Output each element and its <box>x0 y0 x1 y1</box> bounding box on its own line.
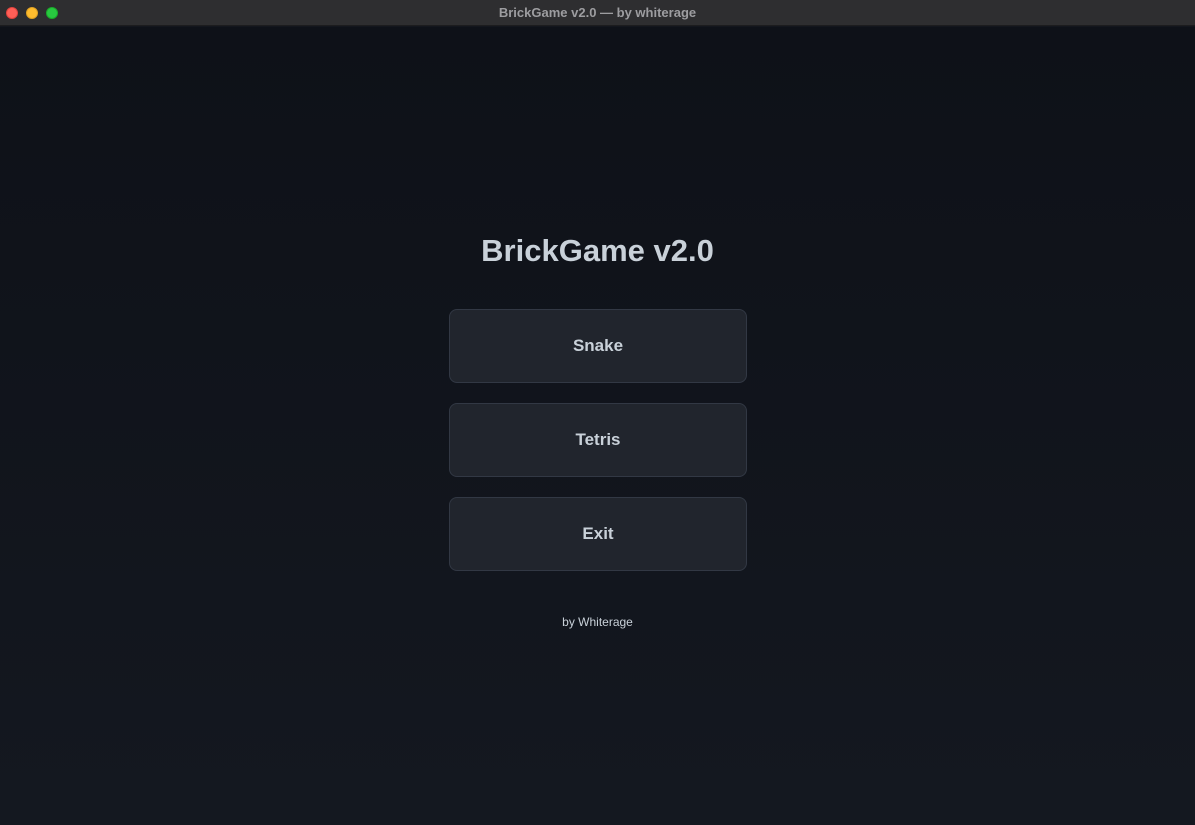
page-title: BrickGame v2.0 <box>481 233 714 268</box>
author-credit: by Whiterage <box>562 615 633 629</box>
main-menu: BrickGame v2.0 Snake Tetris Exit by Whit… <box>0 27 1195 825</box>
window-titlebar[interactable]: BrickGame v2.0 — by whiterage <box>0 0 1195 26</box>
tetris-button[interactable]: Tetris <box>449 403 747 477</box>
snake-button[interactable]: Snake <box>449 309 747 383</box>
exit-button[interactable]: Exit <box>449 497 747 571</box>
app-window: BrickGame v2.0 — by whiterage BrickGame … <box>0 0 1195 825</box>
window-title: BrickGame v2.0 — by whiterage <box>498 5 697 20</box>
